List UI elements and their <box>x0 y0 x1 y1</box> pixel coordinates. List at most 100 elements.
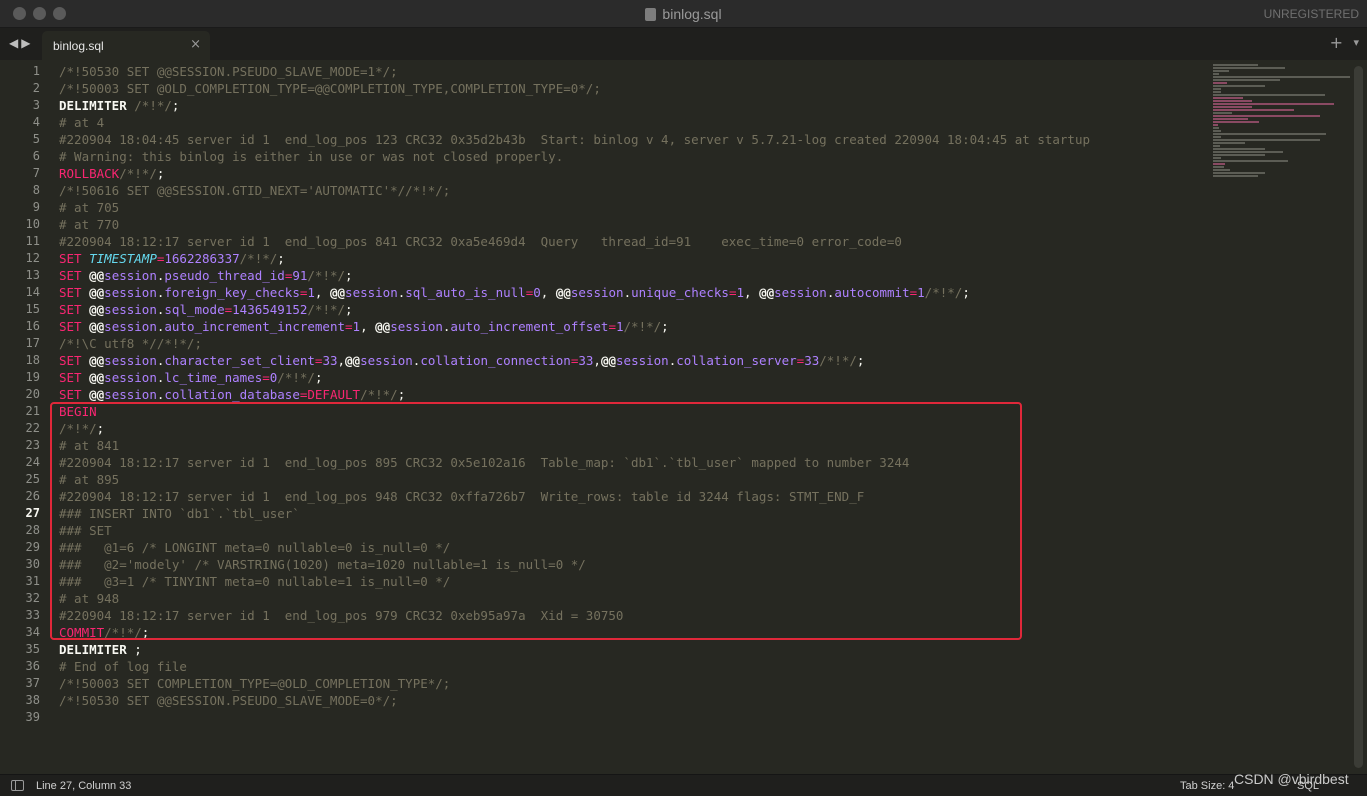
code-line[interactable]: #220904 18:12:17 server id 1 end_log_pos… <box>59 233 1199 250</box>
code-line[interactable]: #220904 18:12:17 server id 1 end_log_pos… <box>59 607 1199 624</box>
minimap-line <box>1213 175 1258 177</box>
code-line[interactable]: SET @@session.collation_database=DEFAULT… <box>59 386 1199 403</box>
vertical-scrollbar[interactable] <box>1354 66 1363 768</box>
code-line[interactable]: ROLLBACK/*!*/; <box>59 165 1199 182</box>
code-token: ; <box>397 387 406 402</box>
code-line[interactable]: /*!50003 SET COMPLETION_TYPE=@OLD_COMPLE… <box>59 675 1199 692</box>
code-line[interactable]: # at 4 <box>59 114 1199 131</box>
line-number: 18 <box>25 353 40 367</box>
code-token: ; <box>156 166 165 181</box>
code-editor[interactable]: 1 2 3 4 5 6 7 8 9 10 11 12 13 14 15 16 17 18 19 20 21 22 23 24 2… <box>0 60 1367 774</box>
code-token: @@ <box>345 353 361 368</box>
line-number: 32 <box>25 591 40 605</box>
code-token: , <box>540 285 556 300</box>
code-line[interactable]: SET @@session.character_set_client=33,@@… <box>59 352 1199 369</box>
code-token: session <box>104 319 157 334</box>
code-token: /*!*/ <box>119 166 157 181</box>
code-token: #220904 18:12:17 server id 1 end_log_pos… <box>59 489 865 504</box>
code-line[interactable]: ### @3=1 /* TINYINT meta=0 nullable=1 is… <box>59 573 1199 590</box>
code-line[interactable]: SET @@session.lc_time_names=0/*!*/; <box>59 369 1199 386</box>
code-line[interactable]: /*!*/; <box>59 420 1199 437</box>
code-line[interactable]: # at 841 <box>59 437 1199 454</box>
code-line[interactable]: ### SET <box>59 522 1199 539</box>
code-line[interactable]: # Warning: this binlog is either in use … <box>59 148 1199 165</box>
code-line[interactable]: /*!\C utf8 *//*!*/; <box>59 335 1199 352</box>
code-line[interactable]: DELIMITER /*!*/; <box>59 97 1199 114</box>
back-arrow-icon[interactable]: ◀ <box>9 36 21 50</box>
code-line[interactable]: /*!50530 SET @@SESSION.PSEUDO_SLAVE_MODE… <box>59 63 1199 80</box>
code-token: ### SET <box>59 523 112 538</box>
code-line[interactable]: # at 948 <box>59 590 1199 607</box>
code-line[interactable]: BEGIN <box>59 403 1199 420</box>
code-token: /*!*/ <box>307 268 346 283</box>
code-token: /*!*/ <box>924 285 963 300</box>
code-token: session <box>390 319 443 334</box>
code-token: @@ <box>89 387 105 402</box>
code-line[interactable]: SET @@session.sql_mode=1436549152/*!*/; <box>59 301 1199 318</box>
minimap-line <box>1213 70 1229 72</box>
code-token: @@ <box>759 285 775 300</box>
code-token: , <box>593 353 601 368</box>
code-line[interactable]: # at 705 <box>59 199 1199 216</box>
tab-size-selector[interactable]: Tab Size: 4 <box>1180 780 1234 792</box>
code-line[interactable]: /*!50530 SET @@SESSION.PSEUDO_SLAVE_MODE… <box>59 692 1199 709</box>
tab-close-icon[interactable]: × <box>190 37 201 52</box>
code-token: /*!50530 SET @@SESSION.PSEUDO_SLAVE_MODE… <box>59 693 398 708</box>
line-number: 16 <box>25 319 40 333</box>
code-line[interactable] <box>59 709 1199 726</box>
code-line[interactable]: #220904 18:04:45 server id 1 end_log_pos… <box>59 131 1199 148</box>
code-line[interactable]: ### @2='modely' /* VARSTRING(1020) meta=… <box>59 556 1199 573</box>
code-token: session <box>104 370 157 385</box>
minimap-line <box>1213 169 1230 171</box>
tab-binlog-sql[interactable]: binlog.sql × <box>42 31 210 60</box>
code-line[interactable]: ### INSERT INTO `db1`.`tbl_user` <box>59 505 1199 522</box>
code-line[interactable]: #220904 18:12:17 server id 1 end_log_pos… <box>59 488 1199 505</box>
code-line[interactable]: /*!50616 SET @@SESSION.GTID_NEXT='AUTOMA… <box>59 182 1199 199</box>
minimap-line <box>1213 166 1224 168</box>
code-line[interactable]: SET @@session.foreign_key_checks=1, @@se… <box>59 284 1199 301</box>
code-line[interactable]: ### @1=6 /* LONGINT meta=0 nullable=0 is… <box>59 539 1199 556</box>
code-text-area[interactable]: /*!50530 SET @@SESSION.PSEUDO_SLAVE_MODE… <box>59 63 1199 726</box>
code-line[interactable]: # at 895 <box>59 471 1199 488</box>
side-panel-toggle-icon[interactable] <box>11 780 24 791</box>
code-token: , <box>314 285 330 300</box>
tab-navigation: ◀▶ <box>9 36 33 50</box>
code-token: # at 4 <box>59 115 105 130</box>
code-line[interactable]: SET @@session.pseudo_thread_id=91/*!*/; <box>59 267 1199 284</box>
code-line[interactable]: # End of log file <box>59 658 1199 675</box>
code-token: /*!*/ <box>360 387 398 402</box>
code-token: , <box>360 319 376 334</box>
tab-list-chevron-icon[interactable]: ▾ <box>1353 36 1359 49</box>
code-token: session <box>104 285 157 300</box>
code-token: /*!*/ <box>134 98 172 113</box>
line-number: 1 <box>32 64 40 78</box>
status-bar: Line 27, Column 33 Tab Size: 4 SQL <box>0 774 1367 796</box>
cursor-position[interactable]: Line 27, Column 33 <box>36 780 131 792</box>
line-number: 30 <box>25 557 40 571</box>
code-line[interactable]: DELIMITER ; <box>59 641 1199 658</box>
code-line[interactable]: SET TIMESTAMP=1662286337/*!*/; <box>59 250 1199 267</box>
code-token: session <box>345 285 398 300</box>
code-token: #220904 18:12:17 server id 1 end_log_pos… <box>59 234 902 249</box>
line-number: 23 <box>25 438 40 452</box>
code-token: character_set_client <box>164 353 315 368</box>
code-token: session <box>774 285 827 300</box>
code-token: = <box>608 319 616 334</box>
code-token: # at 841 <box>59 438 120 453</box>
code-line[interactable]: # at 770 <box>59 216 1199 233</box>
minimap-line <box>1213 124 1218 126</box>
code-token: @@ <box>375 319 391 334</box>
code-line[interactable]: /*!50003 SET @OLD_COMPLETION_TYPE=@@COMP… <box>59 80 1199 97</box>
minimap[interactable] <box>1213 64 1353 177</box>
code-token: 33 <box>322 353 338 368</box>
code-line[interactable]: #220904 18:12:17 server id 1 end_log_pos… <box>59 454 1199 471</box>
line-number: 3 <box>32 98 40 112</box>
code-line[interactable]: COMMIT/*!*/; <box>59 624 1199 641</box>
code-line[interactable]: SET @@session.auto_increment_increment=1… <box>59 318 1199 335</box>
minimap-line <box>1213 145 1220 147</box>
line-number: 31 <box>25 574 40 588</box>
forward-arrow-icon[interactable]: ▶ <box>21 36 33 50</box>
new-tab-icon[interactable]: + <box>1330 33 1343 52</box>
line-number: 35 <box>25 642 40 656</box>
code-token: /*!\C utf8 *//*!*/; <box>59 336 202 351</box>
